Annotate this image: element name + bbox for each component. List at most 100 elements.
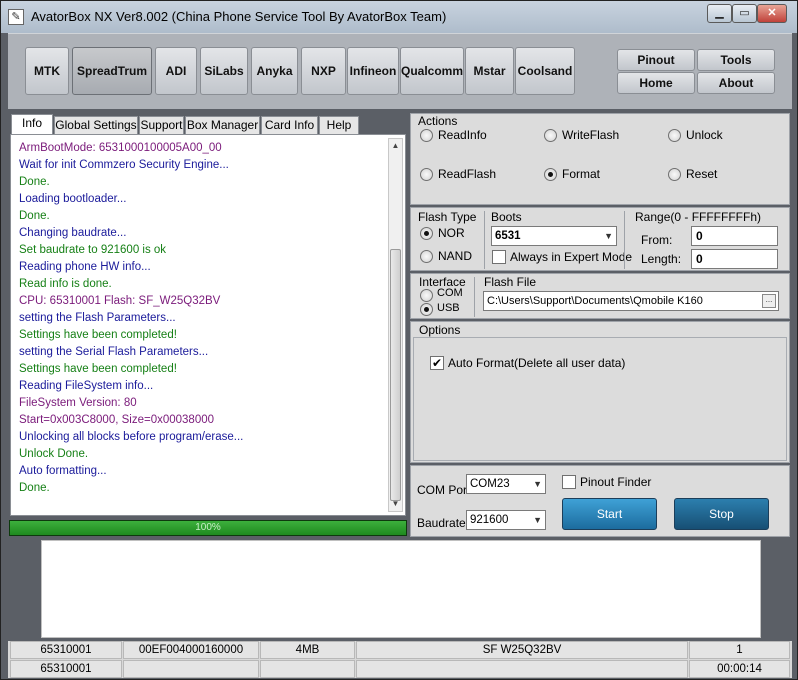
tab-info[interactable]: Info	[11, 114, 53, 134]
flash-file-title: Flash File	[484, 275, 537, 289]
start-button[interactable]: Start	[562, 498, 657, 530]
home-button[interactable]: Home	[617, 72, 695, 94]
status-cpu-2: 65310001	[10, 660, 122, 678]
log-line: Loading bootloader...	[19, 193, 127, 205]
dropdown-arrow-icon: ▼	[533, 515, 542, 525]
baudrate-select[interactable]: 921600 ▼	[466, 510, 546, 530]
status-flash-name: SF W25Q32BV	[356, 641, 688, 659]
radio-readinfo-label: ReadInfo	[438, 128, 487, 142]
radio-reset[interactable]	[668, 168, 681, 181]
maximize-icon[interactable]: ▭	[732, 4, 757, 23]
radio-com-label: COM	[437, 287, 463, 299]
main-window: ✎ AvatorBox NX Ver8.002 (China Phone Ser…	[0, 0, 798, 680]
com-port-value: COM23	[470, 478, 510, 490]
boots-select[interactable]: 6531 ▼	[491, 226, 617, 246]
scroll-thumb[interactable]	[390, 249, 401, 501]
radio-format-label: Format	[562, 167, 601, 181]
log-panel: ArmBootMode: 6531000100005A00_00 Wait for…	[10, 134, 406, 516]
scroll-up-icon[interactable]: ▲	[389, 139, 402, 153]
com-port-select[interactable]: COM23 ▼	[466, 474, 546, 494]
log-line: Settings have been completed!	[19, 363, 177, 375]
status-empty-3	[356, 660, 688, 678]
progress-bar: 100%	[9, 520, 407, 536]
range-from-label: From:	[641, 233, 673, 247]
options-title: Options	[419, 323, 461, 337]
dropdown-arrow-icon: ▼	[533, 479, 542, 489]
radio-format[interactable]	[544, 168, 557, 181]
chip-anyka[interactable]: Anyka	[251, 47, 298, 95]
chip-coolsand[interactable]: Coolsand	[515, 47, 575, 95]
range-length-label: Length:	[641, 252, 682, 266]
output-area	[41, 540, 761, 638]
flash-type-title: Flash Type	[418, 210, 477, 224]
scroll-down-icon[interactable]: ▼	[389, 497, 402, 511]
chip-adi[interactable]: ADI	[155, 47, 197, 95]
pinout-finder-label: Pinout Finder	[580, 475, 652, 489]
stop-button[interactable]: Stop	[674, 498, 769, 530]
radio-com[interactable]	[420, 289, 433, 302]
log-line: ArmBootMode: 6531000100005A00_00	[19, 142, 222, 154]
chip-spreadtrum[interactable]: SpreadTrum	[72, 47, 152, 95]
radio-unlock[interactable]	[668, 129, 681, 142]
flash-file-input[interactable]: C:\Users\Support\Documents\Qmobile K160 …	[483, 291, 779, 311]
radio-unlock-label: Unlock	[686, 128, 723, 142]
radio-readinfo[interactable]	[420, 129, 433, 142]
radio-nor[interactable]	[420, 227, 433, 240]
tab-card-info[interactable]: Card Info	[261, 116, 318, 134]
radio-writeflash[interactable]	[544, 129, 557, 142]
tab-global-settings[interactable]: Global Settings	[54, 116, 138, 134]
radio-usb[interactable]	[420, 303, 433, 316]
log-scrollbar[interactable]: ▲ ▼	[388, 138, 403, 512]
tab-support[interactable]: Support	[139, 116, 184, 134]
close-icon[interactable]: ✕	[757, 4, 787, 23]
status-empty-1	[123, 660, 259, 678]
status-size: 4MB	[260, 641, 355, 659]
log-line: Read info is done.	[19, 278, 112, 290]
pinout-button[interactable]: Pinout	[617, 49, 695, 71]
log-line: Reading phone HW info...	[19, 261, 151, 273]
flash-file-path: C:\Users\Support\Documents\Qmobile K160	[487, 295, 703, 307]
auto-format-label: Auto Format(Delete all user data)	[448, 356, 626, 370]
status-count: 1	[689, 641, 790, 659]
chip-toolbar: MTK SpreadTrum ADI SiLabs Anyka NXP Infi…	[8, 33, 792, 109]
log-list: ArmBootMode: 6531000100005A00_00 Wait for…	[19, 140, 379, 497]
about-button[interactable]: About	[697, 72, 775, 94]
chip-mstar[interactable]: Mstar	[465, 47, 514, 95]
tab-help[interactable]: Help	[319, 116, 359, 134]
config-row: Flash Type NOR NAND Boots 6531 ▼ Always …	[410, 207, 790, 271]
expert-mode-checkbox[interactable]	[492, 250, 506, 264]
pinout-finder-checkbox[interactable]	[562, 475, 576, 489]
expert-mode-label: Always in Expert Mode	[510, 250, 633, 264]
divider	[474, 277, 475, 317]
radio-readflash[interactable]	[420, 168, 433, 181]
range-from-input[interactable]: 0	[691, 226, 778, 246]
chip-qualcomm[interactable]: Qualcomm	[400, 47, 464, 95]
range-title: Range(0 - FFFFFFFFh)	[635, 210, 762, 224]
log-line: Done.	[19, 176, 50, 188]
progress-label: 100%	[195, 522, 221, 533]
log-line: Auto formatting...	[19, 465, 107, 477]
auto-format-checkbox[interactable]: ✔	[430, 356, 444, 370]
radio-nand[interactable]	[420, 250, 433, 263]
log-line: Wait for init Commzero Security Engine..…	[19, 159, 229, 171]
boots-value: 6531	[495, 230, 521, 242]
baudrate-value: 921600	[470, 514, 509, 526]
status-timer: 00:00:14	[689, 660, 790, 678]
browse-button[interactable]: ...	[762, 294, 776, 308]
tools-button[interactable]: Tools	[697, 49, 775, 71]
chip-mtk[interactable]: MTK	[25, 47, 69, 95]
chip-silabs[interactable]: SiLabs	[200, 47, 248, 95]
radio-nor-label: NOR	[438, 226, 465, 240]
log-line: Settings have been completed!	[19, 329, 177, 341]
chip-infineon[interactable]: Infineon	[347, 47, 399, 95]
boots-title: Boots	[491, 210, 522, 224]
radio-nand-label: NAND	[438, 249, 473, 263]
range-length-input[interactable]: 0	[691, 249, 778, 269]
chip-nxp[interactable]: NXP	[301, 47, 346, 95]
minimize-icon[interactable]: ▁	[707, 4, 732, 23]
actions-title: Actions	[418, 114, 458, 128]
app-icon: ✎	[8, 9, 24, 25]
log-line: Done.	[19, 482, 50, 494]
com-port-label: COM Port	[417, 483, 471, 497]
tab-box-manager[interactable]: Box Manager	[185, 116, 260, 134]
